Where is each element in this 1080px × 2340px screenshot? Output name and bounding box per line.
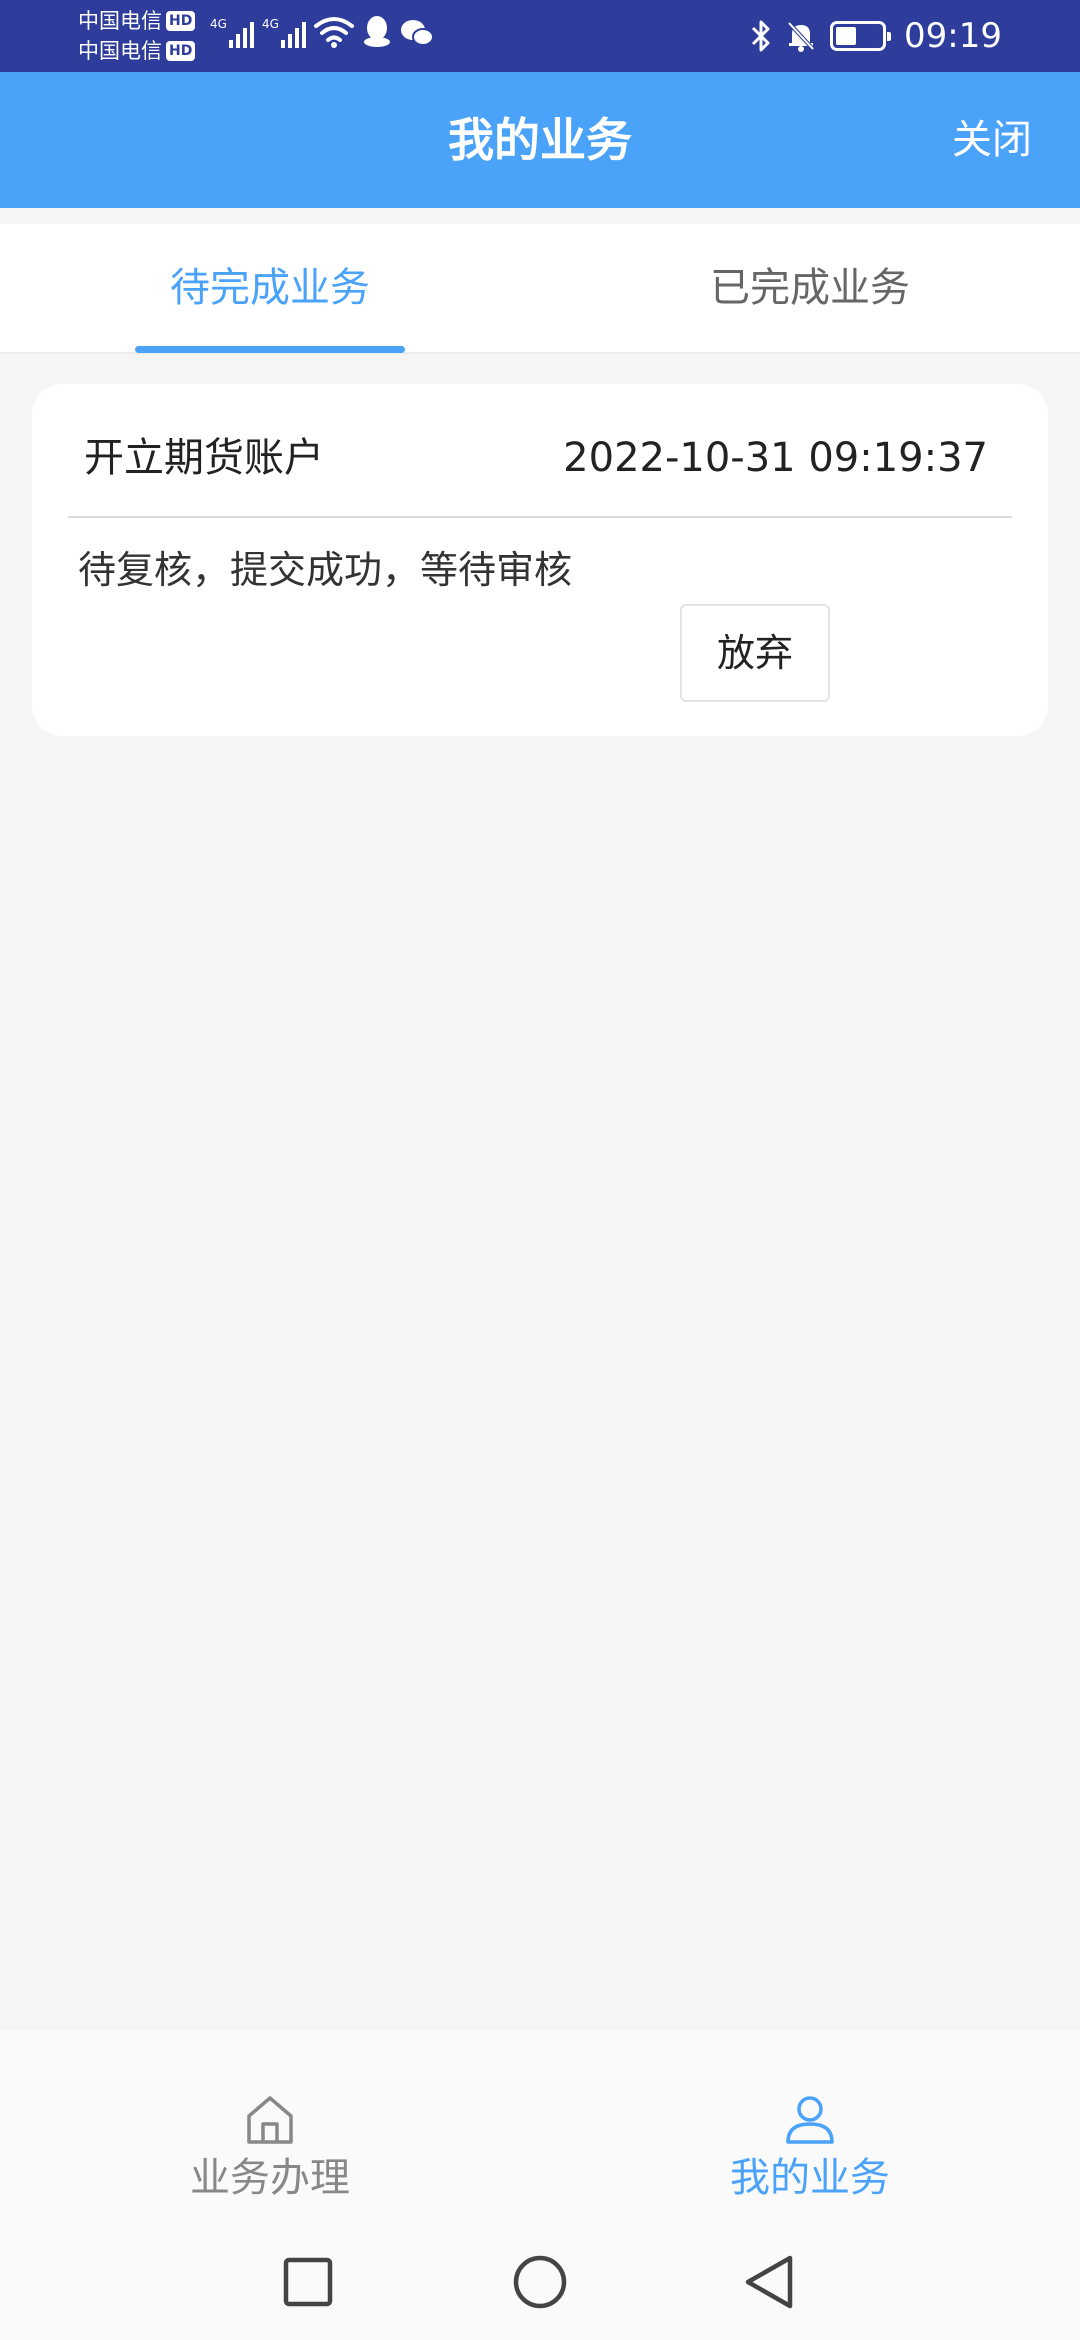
active-tab-indicator xyxy=(135,346,405,353)
hd-badge: HD xyxy=(166,41,196,61)
carrier-2-label: 中国电信 xyxy=(78,39,162,63)
system-nav-bar xyxy=(0,2230,1080,2340)
home-icon xyxy=(247,2096,293,2144)
business-card[interactable]: 开立期货账户 2022-10-31 09:19:37 待复核，提交成功，等待审核… xyxy=(32,384,1048,736)
carrier-1-label: 中国电信 xyxy=(78,9,162,33)
battery-icon xyxy=(830,21,892,51)
status-icons: 4G 4G xyxy=(210,14,434,48)
business-time: 2022-10-31 09:19:37 xyxy=(563,435,988,481)
wifi-icon xyxy=(313,17,354,48)
signal-icon: 4G xyxy=(262,18,306,48)
clock: 09:19 xyxy=(904,16,1002,56)
tab-completed[interactable]: 已完成业务 xyxy=(540,224,1080,354)
tabbar-item-business[interactable]: 业务办理 xyxy=(0,2030,540,2230)
business-title: 开立期货账户 xyxy=(84,435,324,481)
tabbar-label: 业务办理 xyxy=(190,2155,350,2201)
page-title: 我的业务 xyxy=(448,113,632,167)
divider xyxy=(68,516,1012,518)
status-bar: 中国电信 HD 中国电信 HD 4G 4G 09:19 xyxy=(0,0,1080,72)
business-status: 待复核，提交成功，等待审核 xyxy=(78,548,573,592)
close-button[interactable]: 关闭 xyxy=(952,72,1032,208)
bluetooth-icon xyxy=(751,20,770,52)
carrier-info: 中国电信 HD 中国电信 HD xyxy=(78,6,196,66)
qq-icon xyxy=(363,16,390,47)
wechat-icon xyxy=(400,20,434,46)
signal-icon: 4G xyxy=(210,18,254,48)
status-right: 09:19 xyxy=(750,12,1002,60)
tab-pending[interactable]: 待完成业务 xyxy=(0,224,540,354)
back-icon[interactable] xyxy=(740,2252,800,2312)
hd-badge: HD xyxy=(166,11,196,31)
business-tabs: 待完成业务 已完成业务 xyxy=(0,224,1080,354)
tabbar-item-my-business[interactable]: 我的业务 xyxy=(540,2030,1080,2230)
user-icon xyxy=(786,2096,834,2144)
app-header: 我的业务 关闭 xyxy=(0,72,1080,208)
bottom-tab-bar: 业务办理 我的业务 xyxy=(0,2030,1080,2230)
abandon-button[interactable]: 放弃 xyxy=(680,604,830,702)
tabbar-label: 我的业务 xyxy=(730,2155,890,2201)
bell-muted-icon xyxy=(787,21,815,52)
home-circle-icon[interactable] xyxy=(510,2252,570,2312)
recent-apps-icon[interactable] xyxy=(278,2252,338,2312)
